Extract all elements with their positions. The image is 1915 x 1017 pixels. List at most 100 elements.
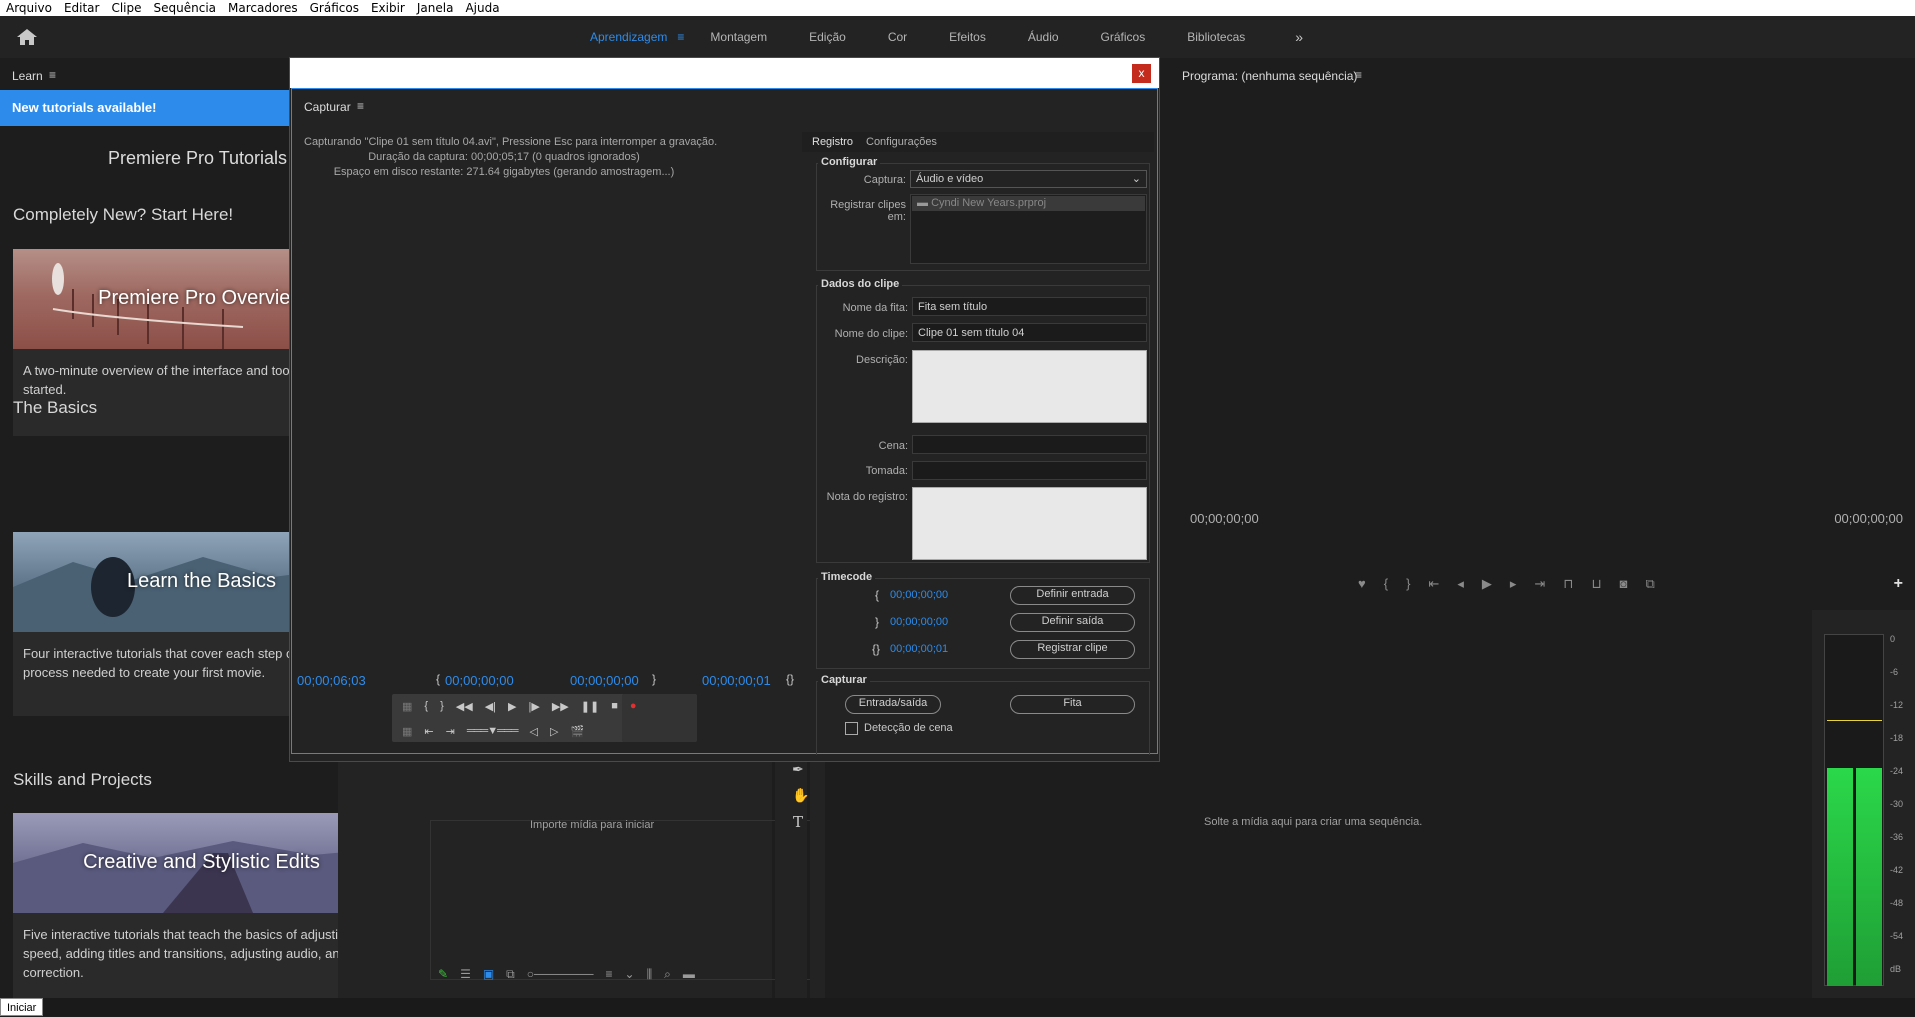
mark-out-icon[interactable]: } — [1406, 576, 1410, 592]
menu-janela[interactable]: Janela — [411, 0, 460, 16]
bin-list[interactable]: ▬ Cyndi New Years.prproj — [910, 194, 1147, 264]
add-button-icon[interactable]: + — [1894, 575, 1903, 593]
tab-audio[interactable]: Áudio — [1028, 30, 1059, 44]
tab-montagem[interactable]: Montagem — [710, 30, 767, 44]
stop-icon[interactable]: ■ — [611, 700, 618, 713]
camera-icon[interactable]: ◙ — [1620, 576, 1628, 592]
scene-icon[interactable]: ▦ — [402, 700, 412, 713]
tab-registro[interactable]: Registro — [812, 136, 853, 148]
out-point-icon: } — [652, 672, 657, 686]
workspace-menu-icon[interactable]: ≡ — [677, 30, 684, 44]
slow-play-icon[interactable]: ▷ — [550, 725, 558, 738]
search-icon[interactable]: ⌕ — [664, 967, 671, 982]
tab-graficos[interactable]: Gráficos — [1101, 30, 1146, 44]
panel-menu-icon[interactable]: ≡ — [49, 68, 56, 82]
menu-clipe[interactable]: Clipe — [105, 0, 147, 16]
meter-left-channel — [1827, 768, 1853, 986]
mark-in-icon[interactable]: { — [1384, 576, 1388, 592]
tab-edicao[interactable]: Edição — [809, 30, 846, 44]
slow-reverse-icon[interactable]: ◁ — [530, 725, 538, 738]
clapper-icon[interactable]: 🎬 — [570, 725, 584, 738]
status-line: Duração da captura: 00;00;05;17 (0 quadr… — [368, 151, 640, 163]
tutorial-banner[interactable]: New tutorials available! — [0, 90, 338, 126]
rewind-icon[interactable]: ◀◀ — [456, 700, 473, 713]
iniciar-button[interactable]: Iniciar — [0, 998, 44, 1016]
type-tool-icon[interactable]: T — [793, 813, 803, 831]
current-timecode[interactable]: 00;00;06;03 — [297, 673, 366, 688]
duration-timecode[interactable]: 00;00;00;01 — [702, 673, 771, 688]
pen-tool-icon[interactable]: ✒ — [792, 761, 804, 778]
status-line: Capturando "Clipe 01 sem título 04.avi",… — [304, 136, 718, 148]
pause-icon[interactable]: ❚❚ — [581, 700, 599, 713]
panel-menu-icon[interactable]: ≡ — [1355, 68, 1362, 82]
compare-icon[interactable]: ⧉ — [1645, 576, 1654, 592]
sort-icon[interactable]: ≡ — [606, 967, 613, 982]
tape-name-input[interactable] — [912, 297, 1147, 316]
step-back-icon[interactable]: ◀| — [485, 700, 496, 713]
lift-icon[interactable]: ⊓ — [1563, 576, 1573, 592]
step-back-icon[interactable]: ◂ — [1457, 576, 1464, 592]
scene-detect-checkbox[interactable] — [845, 722, 858, 735]
list-view-icon[interactable]: ☰ — [460, 967, 471, 982]
step-forward-icon[interactable]: ▸ — [1510, 576, 1517, 592]
set-out-button[interactable]: Definir saída — [1010, 613, 1135, 632]
out-timecode[interactable]: 00;00;00;00 — [570, 673, 639, 688]
tab-bibliotecas[interactable]: Bibliotecas — [1187, 30, 1245, 44]
in-out-button[interactable]: Entrada/saída — [845, 695, 941, 714]
go-to-in-icon[interactable]: ⇤ — [424, 725, 433, 738]
automate-icon[interactable]: ⫼ — [647, 967, 653, 982]
take-input[interactable] — [912, 461, 1147, 480]
menu-marcadores[interactable]: Marcadores — [222, 0, 304, 16]
captura-select[interactable]: Áudio e vídeo ⌄ — [910, 170, 1147, 188]
tab-efeitos[interactable]: Efeitos — [949, 30, 986, 44]
tab-cor[interactable]: Cor — [888, 30, 907, 44]
icon-view-icon[interactable]: ▣ — [483, 967, 494, 982]
play-icon[interactable]: ▶ — [1482, 576, 1492, 592]
description-input[interactable] — [912, 350, 1147, 423]
step-forward-icon[interactable]: |▶ — [529, 700, 540, 713]
menu-arquivo[interactable]: Arquivo — [0, 0, 58, 16]
log-in-timecode[interactable]: 00;00;00;00 — [890, 589, 948, 601]
tab-aprendizagem[interactable]: Aprendizagem — [590, 30, 667, 44]
go-to-in-icon[interactable]: ⇤ — [1428, 576, 1439, 592]
marker-icon[interactable]: ♥ — [1358, 576, 1366, 592]
menu-graficos[interactable]: Gráficos — [304, 0, 365, 16]
freeform-view-icon[interactable]: ⧉ — [506, 967, 515, 982]
new-bin-icon[interactable]: ▬ — [683, 967, 695, 982]
log-clip-button[interactable]: Registrar clipe — [1010, 640, 1135, 659]
log-note-input[interactable] — [912, 487, 1147, 560]
panel-menu-icon[interactable]: ≡ — [357, 99, 364, 113]
go-to-out-icon[interactable]: ⇥ — [446, 725, 455, 738]
more-workspaces-icon[interactable]: » — [1295, 29, 1303, 45]
log-duration-timecode[interactable]: 00;00;00;01 — [890, 643, 948, 655]
capturar-title: Capturar — [818, 674, 870, 686]
tape-button[interactable]: Fita — [1010, 695, 1135, 714]
close-icon[interactable]: x — [1132, 64, 1151, 83]
menu-ajuda[interactable]: Ajuda — [459, 0, 505, 16]
hand-tool-icon[interactable]: ✋ — [792, 787, 809, 804]
clip-name-input[interactable] — [912, 323, 1147, 342]
extract-icon[interactable]: ⊔ — [1591, 576, 1601, 592]
play-icon[interactable]: ▶ — [508, 700, 516, 713]
menu-editar[interactable]: Editar — [58, 0, 106, 16]
in-timecode[interactable]: 00;00;00;00 — [445, 673, 514, 688]
record-icon[interactable]: ● — [630, 700, 637, 713]
go-to-out-icon[interactable]: ⇥ — [1534, 576, 1545, 592]
tutorial-card-creative[interactable]: Creative and Stylistic Edits Five intera… — [13, 813, 390, 998]
set-in-button[interactable]: Definir entrada — [1010, 586, 1135, 605]
log-out-timecode[interactable]: 00;00;00;00 — [890, 616, 948, 628]
tab-configuracoes[interactable]: Configurações — [866, 136, 937, 148]
zoom-slider[interactable]: ○─────── — [527, 967, 594, 982]
set-in-icon[interactable]: { — [424, 700, 428, 713]
menu-exibir[interactable]: Exibir — [365, 0, 411, 16]
pencil-icon[interactable]: ✎ — [438, 967, 448, 982]
menu-sequencia[interactable]: Sequência — [148, 0, 223, 16]
home-icon[interactable] — [16, 28, 38, 46]
fast-forward-icon[interactable]: ▶▶ — [552, 700, 569, 713]
set-out-icon[interactable]: } — [440, 700, 444, 713]
project-item[interactable]: ▬ Cyndi New Years.prproj — [912, 196, 1145, 211]
chevron-down-icon[interactable]: ⌄ — [625, 967, 635, 982]
shuttle-slider[interactable]: ═══▼═══ — [467, 725, 519, 738]
scene-back-icon[interactable]: ▦ — [402, 725, 412, 738]
scene-input[interactable] — [912, 435, 1147, 454]
